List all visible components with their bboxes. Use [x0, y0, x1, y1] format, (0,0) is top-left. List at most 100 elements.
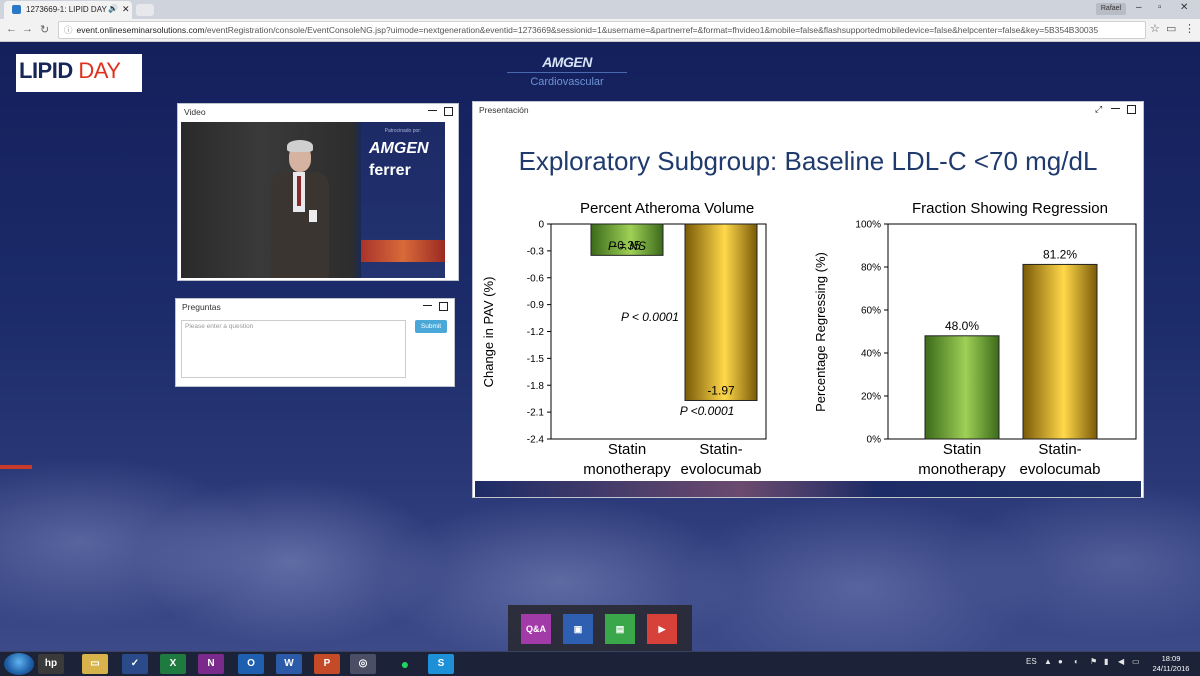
video-panel-title: Video — [184, 107, 206, 117]
maximize-window-icon[interactable]: ▫ — [1158, 2, 1162, 13]
maximize-icon[interactable] — [1127, 105, 1136, 114]
cast-icon[interactable]: ▭ — [1166, 22, 1176, 35]
minimize-icon[interactable] — [428, 110, 437, 111]
user-profile-button[interactable]: Rafael — [1096, 3, 1126, 15]
chart2-value-label: 48.0% — [945, 319, 979, 333]
back-icon[interactable]: ← — [6, 23, 17, 35]
address-bar[interactable]: ⓘ event.onlineseminarsolutions.com/eventR… — [58, 21, 1146, 39]
logo-text-accent: DAY — [72, 58, 121, 83]
video-panel: Video Patrocinado por: AMGEN ferrer — [177, 103, 459, 281]
banner-brand-ferrer: ferrer — [369, 162, 411, 179]
video-panel-header[interactable]: Video — [178, 104, 458, 120]
slide-footer-strip — [475, 481, 1141, 497]
chart1-bar — [684, 223, 758, 401]
page-info-icon[interactable]: ⓘ — [64, 22, 73, 38]
chart2-ytick-label: 0% — [867, 435, 882, 446]
url-domain: event.onlineseminarsolutions.com — [76, 25, 205, 35]
chart1-category-label: monotherapy — [583, 461, 671, 478]
presentation-panel-header[interactable]: Presentación ⤢ — [473, 102, 1143, 118]
tab-close-icon[interactable]: ✕ — [122, 4, 130, 15]
chart1-ytick-label: 0 — [538, 220, 544, 231]
bookmark-star-icon[interactable]: ☆ — [1150, 22, 1160, 35]
chart1-category-label: Statin- — [699, 441, 742, 458]
chart2-ylabel: Percentage Regressing (%) — [813, 252, 828, 412]
tray-sync-icon[interactable]: ◐ — [1074, 657, 1079, 666]
reload-icon[interactable]: ↻ — [40, 23, 49, 36]
minimize-icon[interactable] — [1111, 108, 1120, 109]
chart2-ytick-label: 40% — [861, 349, 881, 360]
file-explorer-icon[interactable]: ▭ — [82, 654, 108, 674]
chart1-ytick-label: -0.9 — [527, 300, 545, 311]
banner-decoration — [361, 240, 445, 262]
windows-start-icon[interactable] — [4, 653, 34, 675]
minimize-icon[interactable] — [423, 305, 432, 306]
browser-tab[interactable]: 1273669-1: LIPID DAY 🔊 ✕ — [4, 1, 132, 19]
tray-battery-icon[interactable]: ▭ — [1132, 657, 1140, 666]
chart1-category-label: Statin — [608, 441, 646, 458]
chart1-pvalue-annotation: P <0.0001 — [680, 404, 735, 418]
console-dock: Q&A ▣ ▤ ▶ — [508, 605, 692, 651]
tray-flag-icon[interactable]: ⚑ — [1090, 657, 1097, 666]
video-player[interactable]: Patrocinado por: AMGEN ferrer — [181, 122, 445, 278]
windows-taskbar: hp ▭ ✓ X N O W P ◎ ● S ES ▲ ● ◐ ⚑ ▮ ◀ ▭ … — [0, 651, 1200, 676]
word-icon[interactable]: W — [276, 654, 302, 674]
outlook-icon[interactable]: O — [238, 654, 264, 674]
forward-icon[interactable]: → — [22, 23, 33, 35]
maximize-icon[interactable] — [439, 302, 448, 311]
hp-icon[interactable]: hp — [38, 654, 64, 674]
presentation-slide: Exploratory Subgroup: Baseline LDL-C <70… — [475, 120, 1141, 481]
event-console-page: LIPID DAY AMGEN Cardiovascular Video Pat… — [0, 42, 1200, 651]
speaker-tie — [297, 176, 301, 206]
banner-sponsored-by: Patrocinado por: — [384, 128, 422, 134]
left-edge-marker — [0, 465, 32, 469]
chart1-ytick-label: -1.5 — [527, 354, 545, 365]
tasks-icon[interactable]: ✓ — [122, 654, 148, 674]
taskbar-clock[interactable]: 18:09 24/11/2016 — [1146, 654, 1196, 674]
onenote-icon[interactable]: N — [198, 654, 224, 674]
clock-date: 24/11/2016 — [1152, 664, 1190, 673]
chart1-ytick-label: -1.2 — [527, 327, 545, 338]
spotify-icon[interactable]: ● — [392, 654, 418, 674]
chart1-ytick-label: -0.6 — [527, 273, 545, 284]
chrome-icon[interactable]: ◎ — [350, 654, 376, 674]
video-icon[interactable]: ▶ — [647, 614, 677, 644]
minimize-window-icon[interactable]: – — [1136, 2, 1142, 13]
tray-app-icon[interactable]: ● — [1058, 657, 1063, 666]
chart1-category-label: evolocumab — [681, 461, 762, 478]
powerpoint-icon[interactable]: P — [314, 654, 340, 674]
chart2-category-label: Statin — [943, 441, 981, 458]
question-input[interactable]: Please enter a question — [181, 320, 406, 378]
language-indicator[interactable]: ES — [1026, 657, 1037, 666]
logo-text-main: LIPID — [19, 58, 73, 83]
new-tab-button[interactable] — [136, 4, 154, 16]
chart1-pvalue-annotation: P < 0.0001 — [621, 310, 679, 324]
qa-dock-button[interactable]: Q&A — [521, 614, 551, 644]
fullscreen-icon[interactable]: ⤢ — [1095, 104, 1102, 115]
site-favicon-icon — [12, 5, 21, 14]
chart2-ytick-label: 80% — [861, 263, 881, 274]
chart2-category-label: monotherapy — [918, 461, 1006, 478]
document-icon[interactable]: ▤ — [605, 614, 635, 644]
tray-arrow-icon[interactable]: ▲ — [1044, 657, 1052, 666]
chart2-bar — [924, 335, 1000, 440]
maximize-icon[interactable] — [444, 107, 453, 116]
tray-network-icon[interactable]: ▮ — [1104, 657, 1108, 666]
sponsor-banner: Patrocinado por: AMGEN ferrer — [361, 122, 445, 278]
questions-panel-header[interactable]: Preguntas — [176, 299, 454, 315]
submit-question-button[interactable]: Submit — [415, 320, 447, 333]
skype-icon[interactable]: S — [428, 654, 454, 674]
excel-icon[interactable]: X — [160, 654, 186, 674]
chart1-ytick-label: -2.1 — [527, 408, 545, 419]
speaker-icon[interactable]: 🔊 — [108, 4, 118, 13]
close-window-icon[interactable]: ✕ — [1180, 2, 1188, 13]
speaker-badge — [309, 210, 317, 222]
volume-icon[interactable]: ◀ — [1118, 657, 1124, 666]
chart2-category-label: Statin- — [1038, 441, 1081, 458]
chart2-category-label: evolocumab — [1020, 461, 1101, 478]
chart1-value-label: -1.97 — [707, 383, 735, 397]
chrome-menu-icon[interactable]: ⋮ — [1184, 22, 1195, 35]
chart2-bar — [1022, 263, 1098, 440]
sponsor-division: Cardiovascular — [530, 76, 604, 88]
slide-charts: 0 -0.3 -0.6 -0.9 -1.2 -1.5 -1.8 -2.1 -2.4 Change … — [481, 220, 1137, 478]
slides-icon[interactable]: ▣ — [563, 614, 593, 644]
